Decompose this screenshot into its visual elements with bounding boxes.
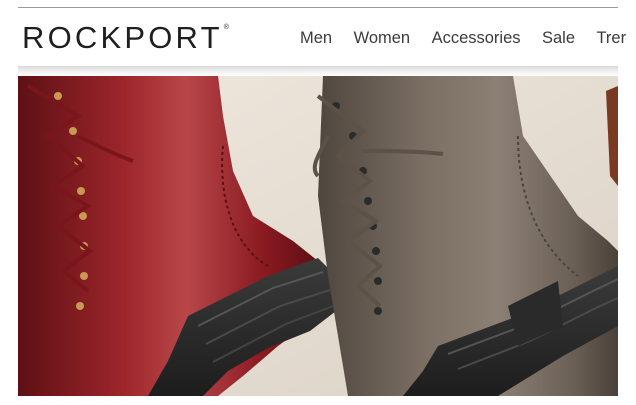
nav-item-sale[interactable]: Sale <box>542 29 575 48</box>
header-shadow <box>18 66 618 76</box>
main-nav: Men Women Accessories Sale Trer <box>300 29 636 48</box>
registered-mark: ® <box>223 24 229 31</box>
hero-boots-image <box>18 76 618 396</box>
nav-item-women[interactable]: Women <box>354 29 411 48</box>
nav-item-men[interactable]: Men <box>300 29 332 48</box>
nav-item-trends[interactable]: Trer <box>596 29 626 48</box>
site-header: ROCKPORT® Men Women Accessories Sale Tre… <box>18 8 636 66</box>
page-bottom <box>18 396 618 405</box>
hero-banner[interactable] <box>18 76 618 396</box>
rockport-logo[interactable]: ROCKPORT® <box>22 20 229 56</box>
nav-item-accessories[interactable]: Accessories <box>432 29 521 48</box>
right-edge <box>618 76 636 396</box>
